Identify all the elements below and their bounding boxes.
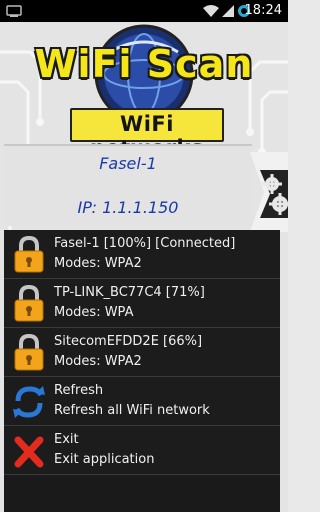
signal-icon <box>222 5 234 17</box>
refresh-icon <box>13 386 45 418</box>
exit-subtitle: Exit application <box>54 452 155 467</box>
network-item-tp-link[interactable]: TP-LINK_BC77C4 [71%] Modes: WPA <box>4 279 280 328</box>
connected-network-name: Fasel-1 <box>99 154 157 173</box>
refresh-item[interactable]: Refresh Refresh all WiFi network <box>4 377 280 426</box>
exit-title: Exit <box>54 432 79 447</box>
network-item-sitecom[interactable]: SitecomEFDD2E [66%] Modes: WPA2 <box>4 328 280 377</box>
network-title: SitecomEFDD2E [66%] <box>54 334 203 349</box>
status-time: 18:24 <box>244 3 282 18</box>
lock-icon <box>14 334 44 371</box>
network-modes: Modes: WPA <box>54 305 134 320</box>
network-item-fasel-1[interactable]: Fasel-1 [100%] [Connected] Modes: WPA2 <box>4 230 280 279</box>
network-modes: Modes: WPA2 <box>54 354 142 369</box>
network-list: Fasel-1 [100%] [Connected] Modes: WPA2 T… <box>4 230 280 512</box>
subtitle-banner: WiFi networks <box>70 108 224 160</box>
network-title: Fasel-1 [100%] [Connected] <box>54 236 236 251</box>
close-icon <box>14 436 44 468</box>
app-title: WiFi Scan <box>34 42 254 86</box>
connection-ip: IP: 1.1.1.150 <box>77 198 179 217</box>
lock-icon <box>14 236 44 273</box>
status-bar: 18:24 <box>0 0 288 22</box>
network-title: TP-LINK_BC77C4 [71%] <box>54 285 205 300</box>
settings-gear-icon[interactable] <box>250 152 288 232</box>
wifi-icon <box>203 5 219 17</box>
network-modes: Modes: WPA2 <box>54 256 142 271</box>
notification-icon <box>6 5 22 17</box>
refresh-title: Refresh <box>54 383 104 398</box>
exit-item[interactable]: Exit Exit application <box>4 426 280 475</box>
lock-icon <box>14 285 44 322</box>
refresh-subtitle: Refresh all WiFi network <box>54 403 210 418</box>
connection-panel: Fasel-1 IP: 1.1.1.150 <box>4 144 252 226</box>
